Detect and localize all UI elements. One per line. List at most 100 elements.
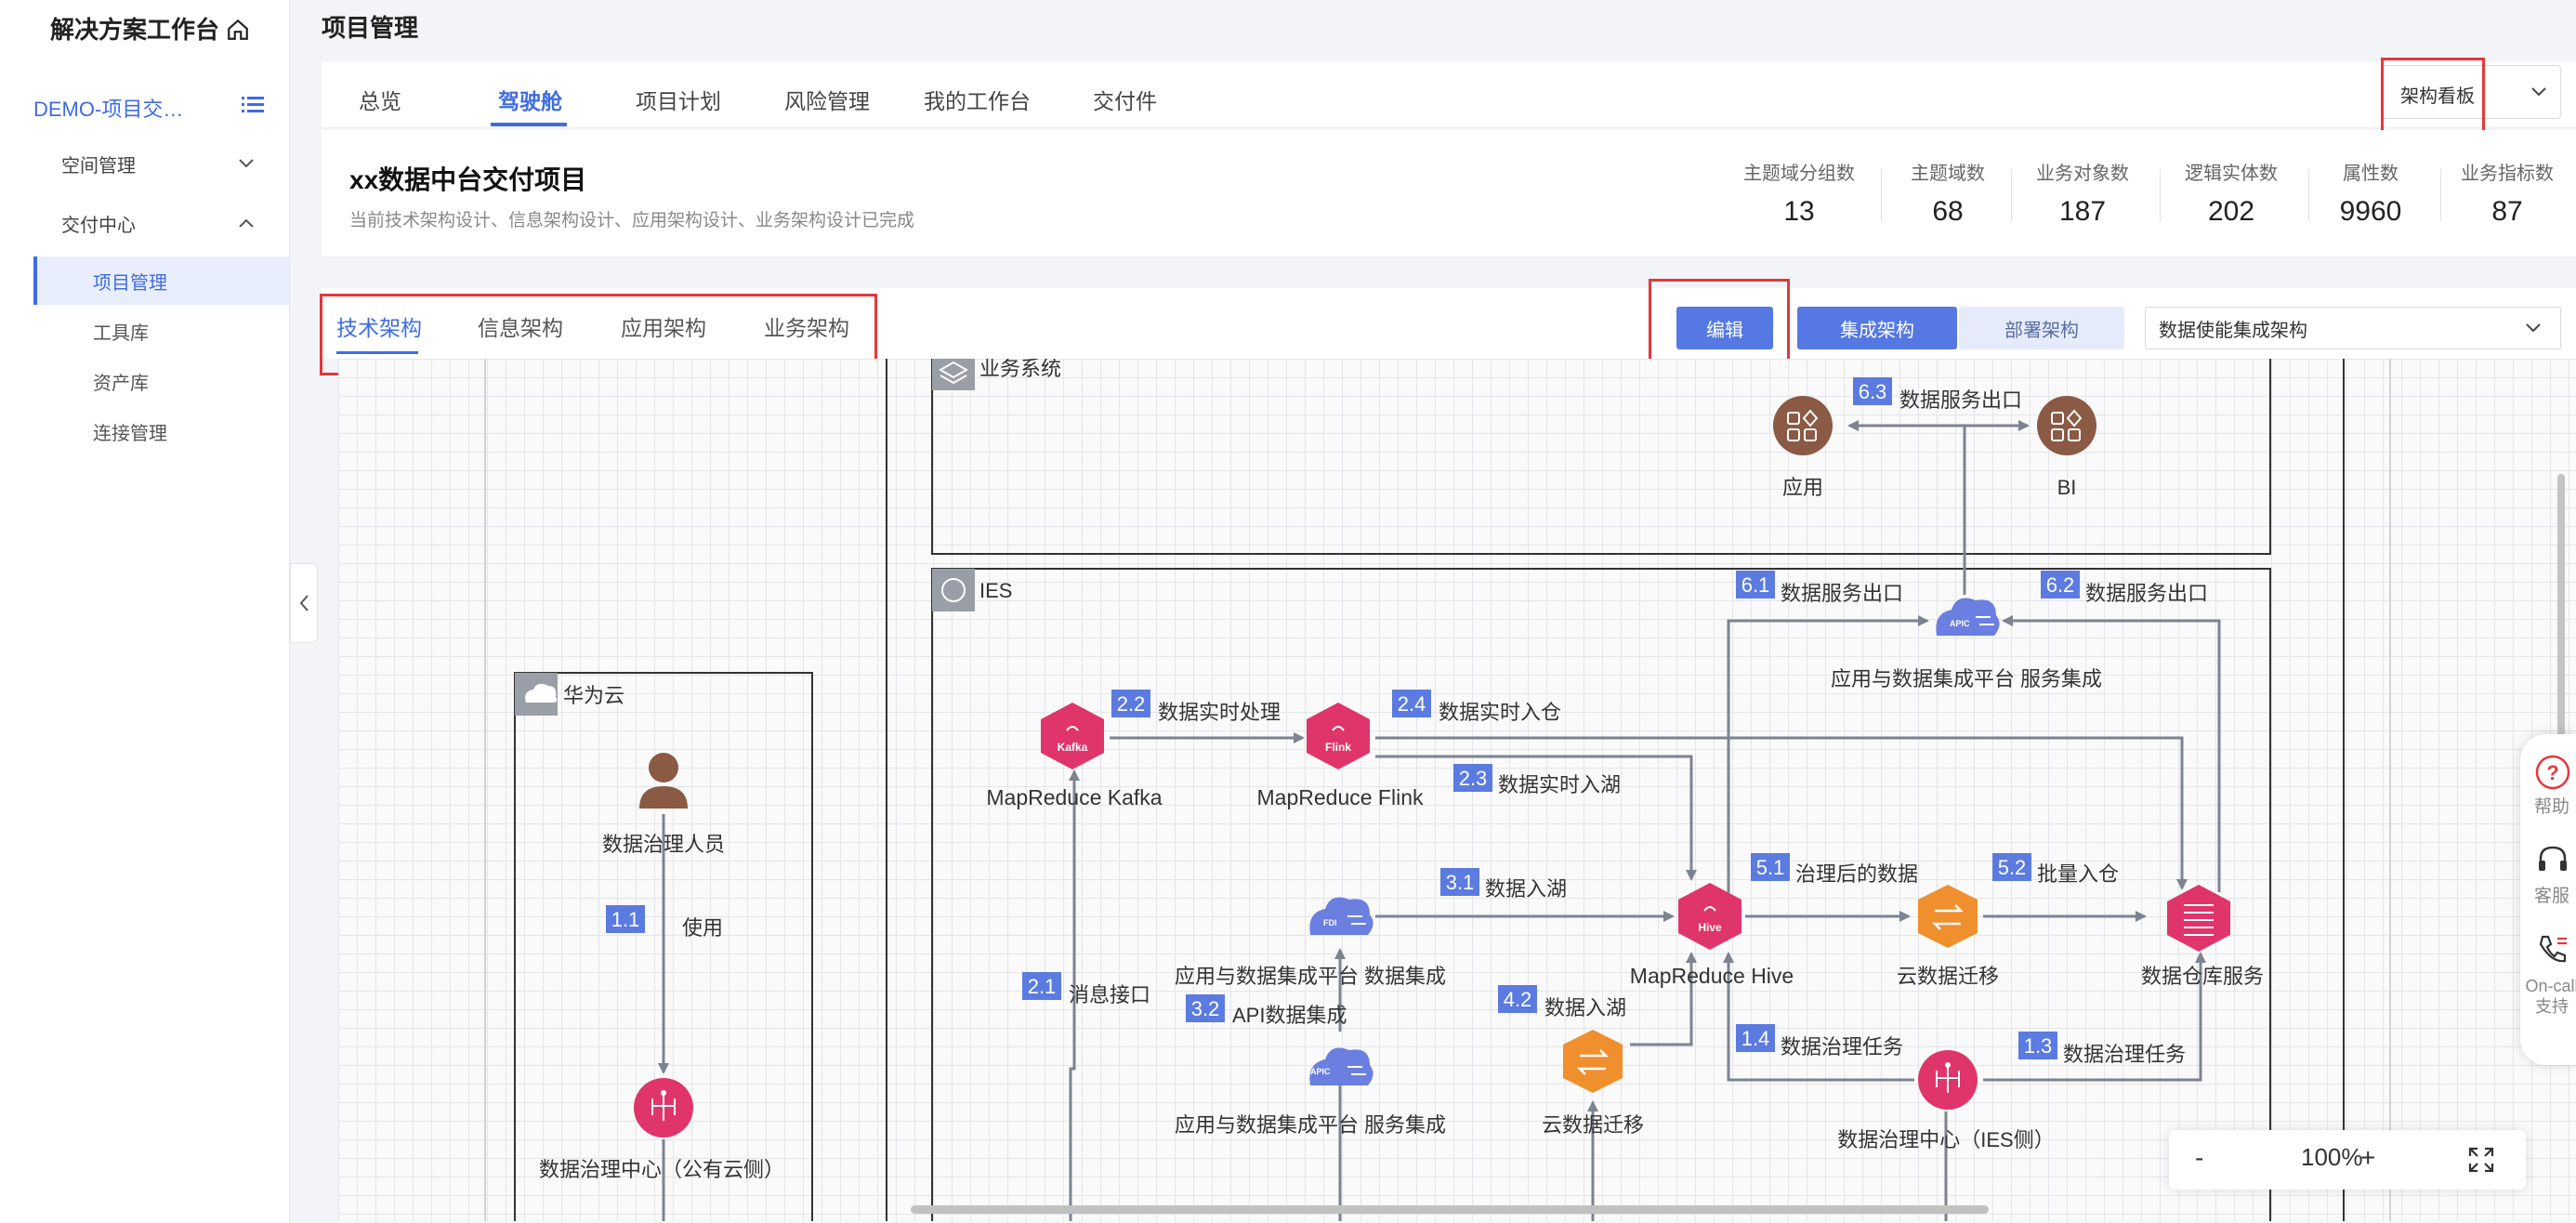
project-switcher[interactable]: DEMO-项目交… bbox=[33, 93, 183, 123]
zoom-controls: - 100% + bbox=[2169, 1130, 2526, 1190]
sidebar-item-toolkit[interactable]: 工具库 bbox=[93, 318, 149, 345]
sidebar-collapse-button[interactable] bbox=[290, 563, 318, 643]
hive-node[interactable]: Hive bbox=[1678, 883, 1741, 950]
gov-ies-node[interactable] bbox=[1918, 1050, 1978, 1110]
app-label: 应用 bbox=[1782, 476, 1823, 499]
integration-arch-toggle[interactable]: 集成架构 bbox=[1797, 307, 1957, 349]
project-switcher-label: DEMO-项目交… bbox=[33, 98, 184, 121]
sidebar-item-project-mgmt[interactable]: 项目管理 bbox=[93, 268, 167, 295]
sidebar-item-delivery[interactable]: 交付中心 bbox=[61, 210, 136, 237]
step-number: 2.4 bbox=[1398, 692, 1426, 716]
flink-node[interactable]: Flink bbox=[1307, 703, 1370, 769]
chevron-up-icon[interactable] bbox=[238, 217, 255, 229]
bi-node[interactable] bbox=[2037, 396, 2096, 455]
step-number: 3.1 bbox=[1446, 871, 1475, 894]
kafka-badge: Kafka bbox=[1058, 741, 1088, 754]
stat-label: 业务指标数 bbox=[2461, 164, 2554, 184]
project-description: 当前技术架构设计、信息架构设计、应用架构设计、业务架构设计已完成 bbox=[349, 211, 915, 230]
business-system-label: 业务系统 bbox=[979, 359, 1061, 380]
step-text: 治理后的数据 bbox=[1795, 862, 1918, 886]
warehouse-node[interactable] bbox=[2167, 885, 2230, 952]
flink-badge: Flink bbox=[1325, 741, 1351, 754]
zoom-in-button[interactable]: + bbox=[2360, 1143, 2375, 1173]
stat-attributes: 属性数 9960 bbox=[2320, 158, 2422, 228]
tab-overview[interactable]: 总览 bbox=[359, 84, 401, 115]
step-text: API数据集成 bbox=[1232, 1004, 1347, 1027]
tab-my-workbench[interactable]: 我的工作台 bbox=[924, 84, 1031, 115]
tab-risk[interactable]: 风险管理 bbox=[784, 84, 870, 115]
step-6-3: 6.3 数据服务出口 bbox=[1853, 377, 2022, 412]
person-label: 数据治理人员 bbox=[602, 833, 725, 856]
kafka-label: MapReduce Kafka bbox=[986, 785, 1162, 809]
headset-icon[interactable] bbox=[2535, 842, 2570, 877]
help-label: 帮助 bbox=[2533, 797, 2569, 817]
sidebar-item-label: 工具库 bbox=[93, 323, 149, 344]
sidebar-item-space[interactable]: 空间管理 bbox=[61, 151, 136, 178]
step-6-1: 6.1 数据服务出口 bbox=[1736, 571, 1903, 605]
highlight-box bbox=[1649, 279, 1790, 364]
business-system-container[interactable] bbox=[931, 359, 2271, 555]
step-4-2: 4.2 数据入湖 bbox=[1498, 985, 1626, 1019]
brand-title: 解决方案工作台 bbox=[50, 11, 250, 46]
fdi-label: 应用与数据集成平台 数据集成 bbox=[1175, 965, 1446, 988]
step-5-1: 5.1 治理后的数据 bbox=[1751, 853, 1918, 886]
fdi-node[interactable]: FDI bbox=[1309, 897, 1373, 935]
apic-bottom-label: 应用与数据集成平台 服务集成 bbox=[1175, 1113, 1446, 1137]
step-2-1: 2.1 消息接口 bbox=[1022, 972, 1150, 1006]
phone-icon[interactable] bbox=[2535, 931, 2570, 967]
bi-label: BI bbox=[2057, 476, 2077, 499]
tab-project-plan[interactable]: 项目计划 bbox=[636, 84, 721, 115]
architecture-diagram: 业务系统 IES 华为云 应用 BI APIC 应用与数据集成平台 服务集成 K… bbox=[484, 359, 2391, 1221]
arch-diagram-select[interactable]: 数据使能集成架构 bbox=[2145, 307, 2561, 349]
step-text: 数据实时入湖 bbox=[1498, 773, 1621, 796]
hive-label: MapReduce Hive bbox=[1630, 964, 1794, 988]
migration-bottom-node[interactable] bbox=[1563, 1030, 1623, 1093]
step-2-2: 2.2 数据实时处理 bbox=[1111, 690, 1281, 724]
chevron-down-icon[interactable] bbox=[238, 158, 255, 169]
tab-deliverables[interactable]: 交付件 bbox=[1093, 84, 1157, 115]
help-dock: ? 帮助 客服 On-call支持 bbox=[2520, 734, 2576, 1065]
apic-badge: APIC bbox=[1950, 619, 1970, 628]
help-icon[interactable]: ? bbox=[2535, 755, 2570, 790]
stat-domain-groups: 主题域分组数 13 bbox=[1743, 158, 1855, 228]
tab-cockpit[interactable]: 驾驶舱 bbox=[498, 84, 562, 115]
app-node[interactable] bbox=[1773, 396, 1833, 455]
huawei-cloud-label: 华为云 bbox=[563, 684, 624, 707]
zoom-out-button[interactable]: - bbox=[2195, 1143, 2203, 1173]
step-text: 数据治理任务 bbox=[2063, 1043, 2186, 1066]
sidebar-item-connections[interactable]: 连接管理 bbox=[93, 418, 167, 445]
diagram-canvas[interactable]: 业务系统 IES 华为云 应用 BI APIC 应用与数据集成平台 服务集成 K… bbox=[338, 359, 2576, 1221]
gov-cloud-node[interactable] bbox=[634, 1078, 693, 1138]
brand-label: 解决方案工作台 bbox=[50, 16, 220, 44]
ies-label: IES bbox=[979, 579, 1012, 602]
hive-badge: Hive bbox=[1698, 921, 1722, 934]
home-icon[interactable] bbox=[226, 18, 250, 42]
fullscreen-icon[interactable] bbox=[2468, 1147, 2494, 1173]
step-text: 数据入湖 bbox=[1485, 877, 1567, 901]
step-3-1: 3.1 数据入湖 bbox=[1440, 868, 1567, 901]
stat-value: 68 bbox=[1932, 196, 1964, 227]
person-node[interactable] bbox=[639, 753, 688, 809]
horizontal-scrollbar[interactable] bbox=[911, 1205, 1989, 1214]
sidebar-item-label: 连接管理 bbox=[93, 424, 167, 444]
service-label: 客服 bbox=[2533, 887, 2569, 906]
apic-bottom-node[interactable]: APIC bbox=[1309, 1047, 1373, 1085]
step-number: 1.4 bbox=[1741, 1027, 1770, 1050]
sidebar-item-assets[interactable]: 资产库 bbox=[93, 368, 149, 395]
deployment-arch-toggle[interactable]: 部署架构 bbox=[1959, 307, 2124, 349]
apic-top-node[interactable]: APIC bbox=[1936, 598, 2000, 636]
active-tab-underline bbox=[491, 123, 567, 126]
kafka-node[interactable]: Kafka bbox=[1041, 703, 1104, 769]
migration-right-node[interactable] bbox=[1918, 885, 1978, 948]
edge bbox=[2002, 615, 2221, 892]
step-number: 1.1 bbox=[611, 908, 640, 931]
stat-divider bbox=[1881, 169, 1882, 221]
step-5-2: 5.2 批量入仓 bbox=[1992, 853, 2119, 886]
stat-divider bbox=[2308, 169, 2309, 221]
step-text: 使用 bbox=[682, 916, 723, 940]
list-menu-icon[interactable] bbox=[242, 95, 264, 115]
step-1-4: 1.4 数据治理任务 bbox=[1736, 1024, 1903, 1059]
apic-badge: APIC bbox=[1310, 1067, 1331, 1076]
gov-ies-label: 数据治理中心（IES侧） bbox=[1837, 1128, 2054, 1151]
step-number: 5.1 bbox=[1756, 856, 1785, 879]
